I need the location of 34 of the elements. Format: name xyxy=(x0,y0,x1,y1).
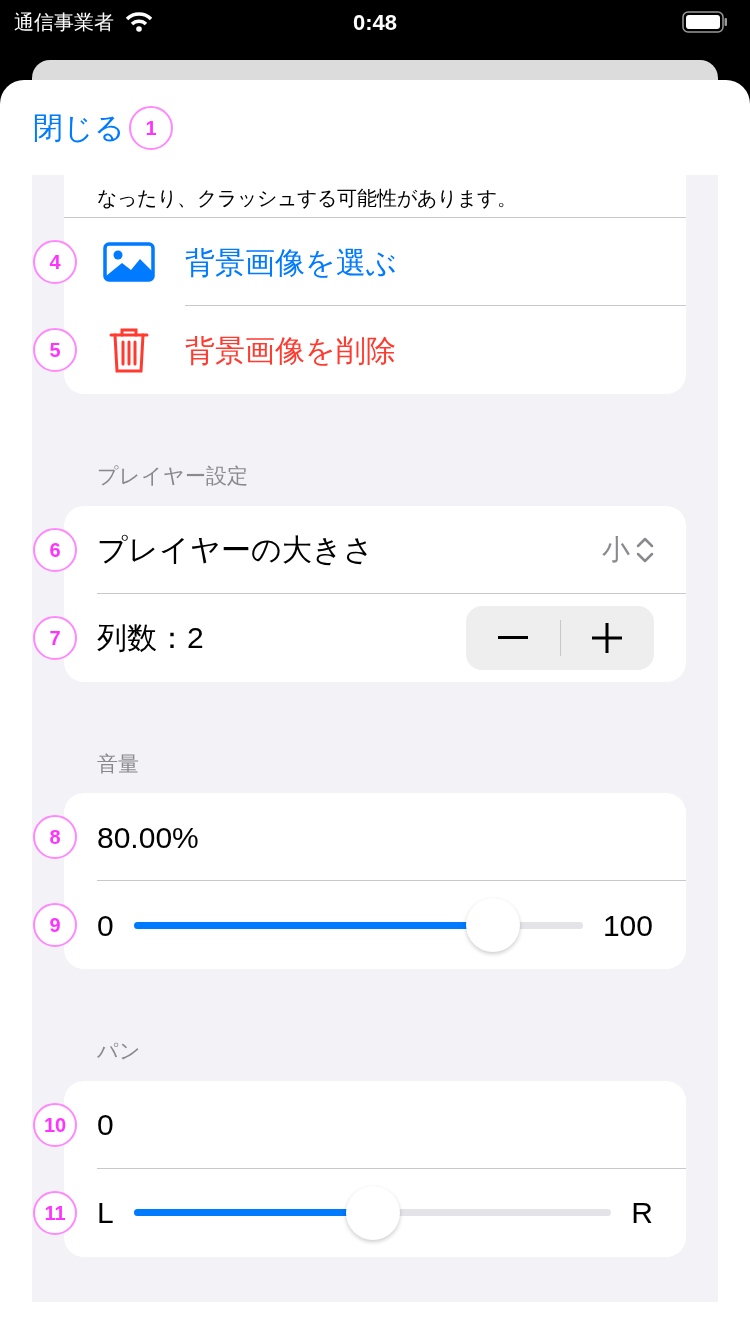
trash-icon xyxy=(109,326,149,374)
setting-label: プレイヤーの大きさ xyxy=(97,532,374,568)
number-badge: 7 xyxy=(33,615,77,660)
minus-icon xyxy=(497,635,528,640)
value-reading: 0 xyxy=(97,1107,114,1143)
number-badge: 1 xyxy=(129,105,173,150)
value-reading: 80.00% xyxy=(97,819,199,856)
wifi-icon xyxy=(126,12,152,32)
number-badge: 11 xyxy=(33,1190,77,1235)
section-title: プレイヤー設定 xyxy=(97,464,248,487)
plus-icon xyxy=(592,622,623,653)
menu-action[interactable]: 背景画像を削除 xyxy=(185,327,396,373)
battery-icon xyxy=(682,11,728,33)
status-time: 0:48 xyxy=(353,8,397,37)
close-button[interactable]: 閉じる xyxy=(33,105,125,150)
image-icon xyxy=(103,242,155,282)
number-badge: 5 xyxy=(33,328,77,372)
chevron-up-down-icon xyxy=(636,536,654,563)
number-badge: 6 xyxy=(33,527,77,572)
number-badge: 4 xyxy=(33,240,77,284)
slider-max-label: R xyxy=(631,1195,653,1231)
slider-max-label: 100 xyxy=(602,907,653,944)
section-title: パン xyxy=(97,1039,141,1062)
carrier-name: 通信事業者 xyxy=(14,10,114,35)
number-badge: 8 xyxy=(33,815,77,859)
slider-min-label: 0 xyxy=(97,907,114,944)
warning-note: なったり、クラッシュする可能性があります。 xyxy=(97,186,517,211)
setting-label: 列数：2 xyxy=(97,620,204,656)
number-badge: 10 xyxy=(33,1102,77,1147)
number-badge: 9 xyxy=(33,903,77,947)
size-picker[interactable]: 小 xyxy=(602,528,654,571)
menu-action[interactable]: 背景画像を選ぶ xyxy=(185,239,397,285)
slider-min-label: L xyxy=(97,1195,114,1231)
section-title: 音量 xyxy=(97,751,139,775)
